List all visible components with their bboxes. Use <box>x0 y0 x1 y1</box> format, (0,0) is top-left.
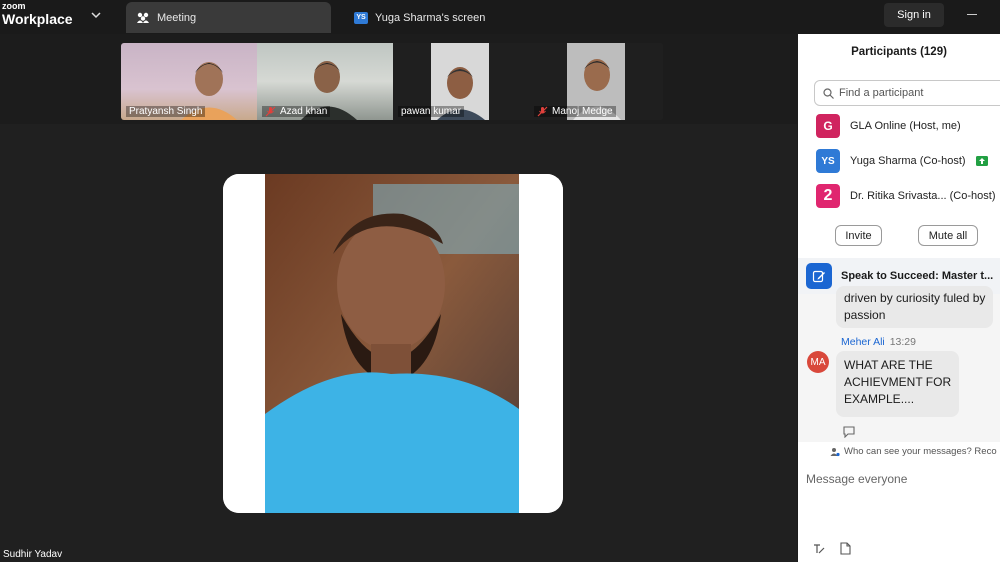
sender-name: Meher Ali <box>841 336 885 348</box>
active-speaker-video[interactable] <box>223 174 563 513</box>
tab-label: Meeting <box>157 11 197 24</box>
reply-icon[interactable] <box>842 426 856 438</box>
chat-message-bubble: WHAT ARE THE ACHIEVMENT FOR EXAMPLE.... <box>836 351 960 417</box>
search-icon <box>823 87 834 99</box>
minimize-icon[interactable] <box>967 14 977 15</box>
participant-tile[interactable]: Azad khan <box>257 43 393 120</box>
mute-all-button[interactable]: Mute all <box>918 225 978 246</box>
chevron-down-icon[interactable] <box>90 9 102 21</box>
mic-muted-icon <box>265 106 276 117</box>
message-meta: Meher Ali 13:29 <box>841 336 916 348</box>
participant-row[interactable]: G GLA Online (Host, me) <box>816 114 961 138</box>
message-line: EXAMPLE.... <box>844 392 915 406</box>
participant-row[interactable]: 2 Dr. Ritika Srivasta... (Co-host) <box>816 184 995 208</box>
tab-label: Yuga Sharma's screen <box>375 11 486 24</box>
video-thumbnail-strip: Pratyansh Singh Azad khan pawan kumar Ma… <box>121 43 663 120</box>
screen-share-icon <box>975 156 988 166</box>
person-info-icon <box>830 447 840 456</box>
sign-in-button[interactable]: Sign in <box>884 3 944 27</box>
people-icon <box>136 11 150 25</box>
brand-small: zoom <box>2 1 26 11</box>
compose-toolbar <box>812 542 866 555</box>
app-logo: zoom Workplace <box>2 1 73 27</box>
edit-icon[interactable] <box>806 263 832 289</box>
avatar: YS <box>816 149 840 173</box>
chat-compose-input[interactable]: Message everyone <box>806 472 907 486</box>
message-line: driven by curiosity fuled by <box>844 291 986 305</box>
format-icon[interactable] <box>812 542 825 555</box>
message-line: ACHIEVMENT FOR <box>844 375 952 389</box>
participant-search-input[interactable]: Find a participant <box>814 80 1000 106</box>
message-line: WHAT ARE THE <box>844 358 933 372</box>
participant-tile[interactable]: pawan kumar <box>393 43 529 120</box>
participant-row-name: Yuga Sharma (Co-host) <box>850 155 966 167</box>
tab-meeting[interactable]: Meeting <box>126 2 331 33</box>
participant-tile[interactable]: Manoj Medge <box>529 43 663 120</box>
participant-row-name: GLA Online (Host, me) <box>850 120 961 132</box>
participant-row[interactable]: YS Yuga Sharma (Co-host) <box>816 149 988 173</box>
participant-tile[interactable]: Pratyansh Singh <box>121 43 257 120</box>
avatar: MA <box>807 351 829 373</box>
invite-button[interactable]: Invite <box>835 225 882 246</box>
message-time: 13:29 <box>889 336 916 348</box>
avatar: 2 <box>816 184 840 208</box>
tab-shared-screen[interactable]: YS Yuga Sharma's screen <box>354 2 534 33</box>
ys-badge-icon: YS <box>354 11 368 25</box>
avatar: G <box>816 114 840 138</box>
title-bar: zoom Workplace Meeting YS Yuga Sharma's … <box>0 0 1000 34</box>
participant-name: pawan kumar <box>398 106 465 117</box>
participant-name: Azad khan <box>262 106 331 117</box>
participants-title: Participants (129) <box>851 46 947 58</box>
message-line: passion <box>844 308 886 322</box>
search-placeholder: Find a participant <box>839 87 924 99</box>
message-visibility-notice[interactable]: Who can see your messages? Reco <box>830 446 997 457</box>
chat-title: Speak to Succeed: Master t... <box>841 270 994 282</box>
file-icon[interactable] <box>840 542 851 555</box>
chat-message-bubble: driven by curiosity fuled by passion <box>836 286 994 328</box>
participant-name: Manoj Medge <box>534 106 616 117</box>
mic-muted-icon <box>537 106 548 117</box>
participant-name: Pratyansh Singh <box>126 106 206 117</box>
participant-row-name: Dr. Ritika Srivasta... (Co-host) <box>850 190 996 202</box>
brand-large: Workplace <box>2 11 73 27</box>
speaker-video-frame <box>223 174 563 513</box>
participants-panel: Participants (129) Find a participant G … <box>798 34 1000 562</box>
active-speaker-name: Sudhir Yadav <box>3 549 63 560</box>
